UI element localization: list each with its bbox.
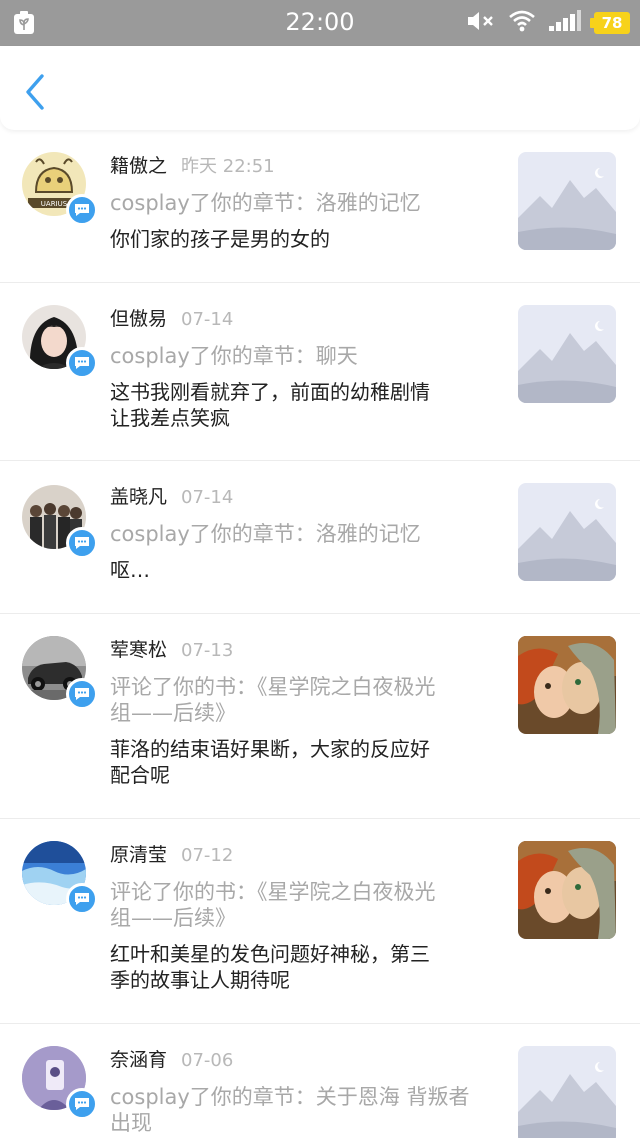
user-name[interactable]: 荤寒松 <box>110 639 167 661</box>
battery-icon: 78 <box>590 12 630 34</box>
comment-text: 红叶和美星的发色问题好神秘，第三 季的故事让人期待呢 <box>110 942 430 992</box>
chapter-thumbnail[interactable] <box>518 152 616 250</box>
svg-text:UARIUS: UARIUS <box>41 200 68 208</box>
battery-level: 78 <box>601 14 623 32</box>
action-text: cosplay了你的章节：关于恩海 背叛者 出现 <box>110 1085 470 1135</box>
list-item[interactable]: 荤寒松 07-13 评论了你的书：《星学院之白夜极光 组——后续》 菲洛的结束语好… <box>0 614 640 819</box>
list-item[interactable]: 盖晓凡 07-14 cosplay了你的章节：洛雅的记忆 呕… <box>0 461 640 614</box>
avatar[interactable] <box>22 841 98 915</box>
user-name[interactable]: 原清莹 <box>110 844 167 866</box>
avatar[interactable] <box>22 636 98 710</box>
list-item[interactable]: 奈涵育 07-06 cosplay了你的章节：关于恩海 背叛者 出现 <box>0 1024 640 1138</box>
list-item[interactable]: UARIUS 籍傲之 昨天 22:51 cosplay了你的章节：洛雅的记忆 你们… <box>0 130 640 283</box>
chapter-thumbnail[interactable] <box>518 483 616 581</box>
action-text: 评论了你的书：《星学院之白夜极光 组——后续》 <box>110 880 436 930</box>
comment-badge-icon <box>66 678 98 710</box>
chevron-left-icon <box>26 74 44 110</box>
avatar[interactable] <box>22 305 98 379</box>
timestamp: 昨天 22:51 <box>181 156 275 177</box>
top-nav-bar <box>0 46 640 130</box>
list-item[interactable]: 原清莹 07-12 评论了你的书：《星学院之白夜极光 组——后续》 红叶和美星的发… <box>0 819 640 1024</box>
mute-icon <box>466 9 496 37</box>
avatar[interactable] <box>22 1046 98 1120</box>
chapter-thumbnail[interactable] <box>518 1046 616 1138</box>
timestamp: 07-14 <box>181 309 234 330</box>
comment-badge-icon <box>66 194 98 226</box>
comment-text: 呕… <box>110 558 150 582</box>
comment-text: 这书我刚看就弃了，前面的幼稚剧情 让我差点笑疯 <box>110 380 430 430</box>
action-text: 评论了你的书：《星学院之白夜极光 组——后续》 <box>110 675 436 725</box>
timestamp: 07-06 <box>181 1050 234 1071</box>
user-name[interactable]: 奈涵育 <box>110 1049 167 1071</box>
comment-text: 菲洛的结束语好果断，大家的反应好 配合呢 <box>110 737 430 787</box>
action-text: cosplay了你的章节：洛雅的记忆 <box>110 191 421 215</box>
timestamp: 07-14 <box>181 487 234 508</box>
user-name[interactable]: 籍傲之 <box>110 155 167 177</box>
comment-badge-icon <box>66 1088 98 1120</box>
list-item[interactable]: 但傲易 07-14 cosplay了你的章节：聊天 这书我刚看就弃了，前面的幼稚剧… <box>0 283 640 461</box>
timestamp: 07-13 <box>181 640 234 661</box>
comment-badge-icon <box>66 883 98 915</box>
avatar[interactable] <box>22 485 98 559</box>
comment-badge-icon <box>66 527 98 559</box>
back-button[interactable] <box>14 62 58 114</box>
action-text: cosplay了你的章节：聊天 <box>110 344 358 368</box>
avatar[interactable]: UARIUS <box>22 152 98 226</box>
message-list: UARIUS 籍傲之 昨天 22:51 cosplay了你的章节：洛雅的记忆 你们… <box>0 130 640 1138</box>
book-cover[interactable] <box>518 841 616 939</box>
book-cover[interactable] <box>518 636 616 734</box>
action-text: cosplay了你的章节：洛雅的记忆 <box>110 522 421 546</box>
user-name[interactable]: 但傲易 <box>110 308 167 330</box>
comment-badge-icon <box>66 347 98 379</box>
chapter-thumbnail[interactable] <box>518 305 616 403</box>
comment-text: 你们家的孩子是男的女的 <box>110 227 330 251</box>
user-name[interactable]: 盖晓凡 <box>110 486 167 508</box>
wifi-icon <box>508 10 536 36</box>
timestamp: 07-12 <box>181 845 234 866</box>
status-bar: 22:00 78 <box>0 0 640 46</box>
signal-icon <box>548 10 582 36</box>
